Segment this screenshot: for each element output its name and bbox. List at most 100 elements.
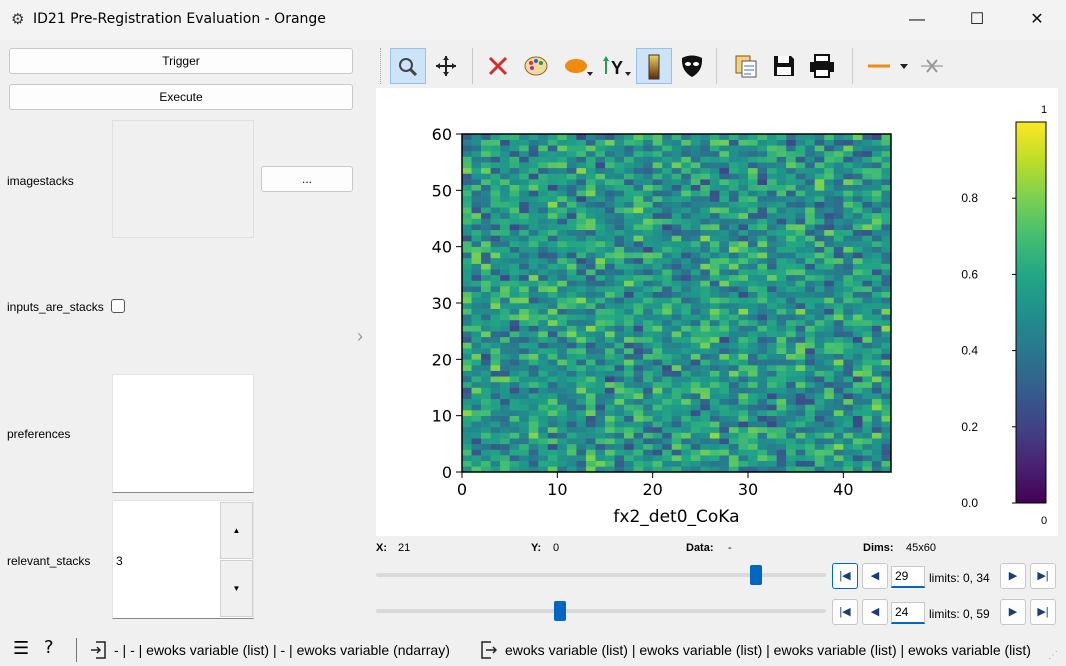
heatmap-cell <box>681 438 692 445</box>
first-frame-button-2[interactable]: |◀ <box>832 599 858 625</box>
heatmap-cell <box>509 370 520 377</box>
heatmap-cell <box>595 195 606 202</box>
heatmap-cell <box>557 381 568 388</box>
heatmap-cell <box>490 314 501 321</box>
heatmap-cell <box>538 325 549 332</box>
heatmap-cell <box>519 241 530 247</box>
resize-grip-icon[interactable]: ⋰ <box>1048 650 1058 661</box>
spin-up-button[interactable]: ▲ <box>220 502 253 559</box>
menu-icon[interactable]: ☰ <box>13 640 29 658</box>
clear-icon[interactable] <box>914 48 950 84</box>
heatmap-cell <box>481 387 491 394</box>
aspect-ratio-icon[interactable] <box>560 48 596 84</box>
next-frame-button-2[interactable]: ▶ <box>1000 599 1026 625</box>
heatmap-cell <box>757 235 768 242</box>
heatmap-cell <box>795 393 806 400</box>
heatmap-cell <box>557 134 568 140</box>
heatmap-cell <box>547 257 558 264</box>
heatmap-cell <box>767 280 777 287</box>
heatmap-cell <box>595 207 606 214</box>
help-icon[interactable]: ? <box>44 639 54 657</box>
preferences-field[interactable] <box>112 374 254 493</box>
heatmap-cell <box>519 280 530 287</box>
heatmap-cell <box>462 460 472 467</box>
heatmap-cell <box>500 257 510 264</box>
line-style-icon[interactable] <box>862 48 910 84</box>
heatmap-cell <box>881 190 892 197</box>
last-frame-button-1[interactable]: ▶| <box>1030 563 1056 589</box>
chevron-right-icon[interactable]: › <box>357 326 363 347</box>
slider-track-2[interactable] <box>376 609 826 613</box>
heatmap-cell <box>490 410 501 416</box>
previous-frame-button-2[interactable]: ◀ <box>862 599 888 625</box>
heatmap-cell <box>509 224 520 231</box>
heatmap-cell <box>719 263 730 270</box>
heatmap-cell <box>585 286 596 293</box>
heatmap-cell <box>662 229 673 236</box>
heatmap-cell <box>614 134 625 140</box>
heatmap-cell <box>481 229 491 236</box>
heatmap-cell <box>690 415 701 422</box>
heatmap-cell <box>490 173 501 180</box>
heatmap-cell <box>833 218 844 225</box>
heatmap-cell <box>605 201 615 208</box>
heatmap-cell <box>786 387 796 394</box>
heatmap-cell <box>614 195 625 202</box>
heatmap-cell <box>633 145 644 152</box>
reset-zoom-icon[interactable] <box>480 48 516 84</box>
frame-spinbox-2[interactable]: 24 <box>891 602 925 624</box>
last-frame-button-2[interactable]: ▶| <box>1030 599 1056 625</box>
heatmap-cell <box>566 257 577 264</box>
trigger-button[interactable]: Trigger <box>9 48 353 74</box>
save-icon[interactable] <box>766 48 802 84</box>
imagestacks-list[interactable] <box>112 120 254 238</box>
mask-icon[interactable] <box>674 48 710 84</box>
browse-button[interactable]: ... <box>261 166 353 192</box>
heatmap-cell <box>709 291 720 298</box>
inputs-are-stacks-checkbox[interactable] <box>111 299 125 313</box>
heatmap-cell <box>728 241 739 247</box>
slider-thumb-2[interactable] <box>554 601 566 621</box>
heatmap-cell <box>633 224 644 231</box>
keep-aspect-icon[interactable] <box>636 48 672 84</box>
heatmap-cell <box>614 376 625 383</box>
slider-thumb-1[interactable] <box>750 565 762 585</box>
maximize-button[interactable]: ☐ <box>954 0 1000 40</box>
next-frame-button-1[interactable]: ▶ <box>1000 563 1026 589</box>
relevant-stacks-spinbox[interactable]: 3 ▲ ▼ <box>112 500 254 619</box>
heatmap-cell <box>671 229 682 236</box>
heatmap-cell <box>776 455 787 462</box>
heatmap-cell <box>795 387 806 394</box>
heatmap-cell <box>776 274 787 281</box>
heatmap-cell <box>528 359 539 366</box>
frame-spinbox-1[interactable]: 29 <box>891 566 925 588</box>
print-icon[interactable] <box>804 48 840 84</box>
colormap-icon[interactable] <box>518 48 554 84</box>
y-axis-icon[interactable]: Y <box>598 48 634 84</box>
heatmap-cell <box>700 207 711 214</box>
heatmap-cell <box>833 319 844 326</box>
first-frame-button-1[interactable]: |◀ <box>832 563 858 589</box>
heatmap-cell <box>500 426 510 433</box>
previous-frame-button-1[interactable]: ◀ <box>862 563 888 589</box>
inputs-summary[interactable]: - | - | ewoks variable (list) | - | ewok… <box>114 642 450 658</box>
heatmap-cell <box>843 207 854 214</box>
heatmap-cell <box>509 410 520 416</box>
spin-down-button[interactable]: ▼ <box>220 560 253 617</box>
heatmap-cell <box>576 393 587 400</box>
zoom-icon[interactable] <box>390 48 426 84</box>
heatmap-plot[interactable]: 0 10 20 30 400102030405060fx2_det0_CoKa100.0… <box>376 88 1058 536</box>
heatmap-cell <box>662 348 673 354</box>
copy-icon[interactable] <box>728 48 764 84</box>
heatmap-cell <box>595 269 606 276</box>
outputs-summary[interactable]: ewoks variable (list) | ewoks variable (… <box>505 642 1031 658</box>
heatmap-cell <box>652 241 663 247</box>
heatmap-cell <box>824 331 835 338</box>
execute-button[interactable]: Execute <box>9 84 353 110</box>
close-button[interactable]: ✕ <box>1014 0 1060 40</box>
heatmap-cell <box>843 162 854 169</box>
heatmap-cell <box>662 291 673 298</box>
minimize-button[interactable]: — <box>894 0 940 40</box>
pan-icon[interactable] <box>428 48 464 84</box>
heatmap-cell <box>805 224 816 231</box>
